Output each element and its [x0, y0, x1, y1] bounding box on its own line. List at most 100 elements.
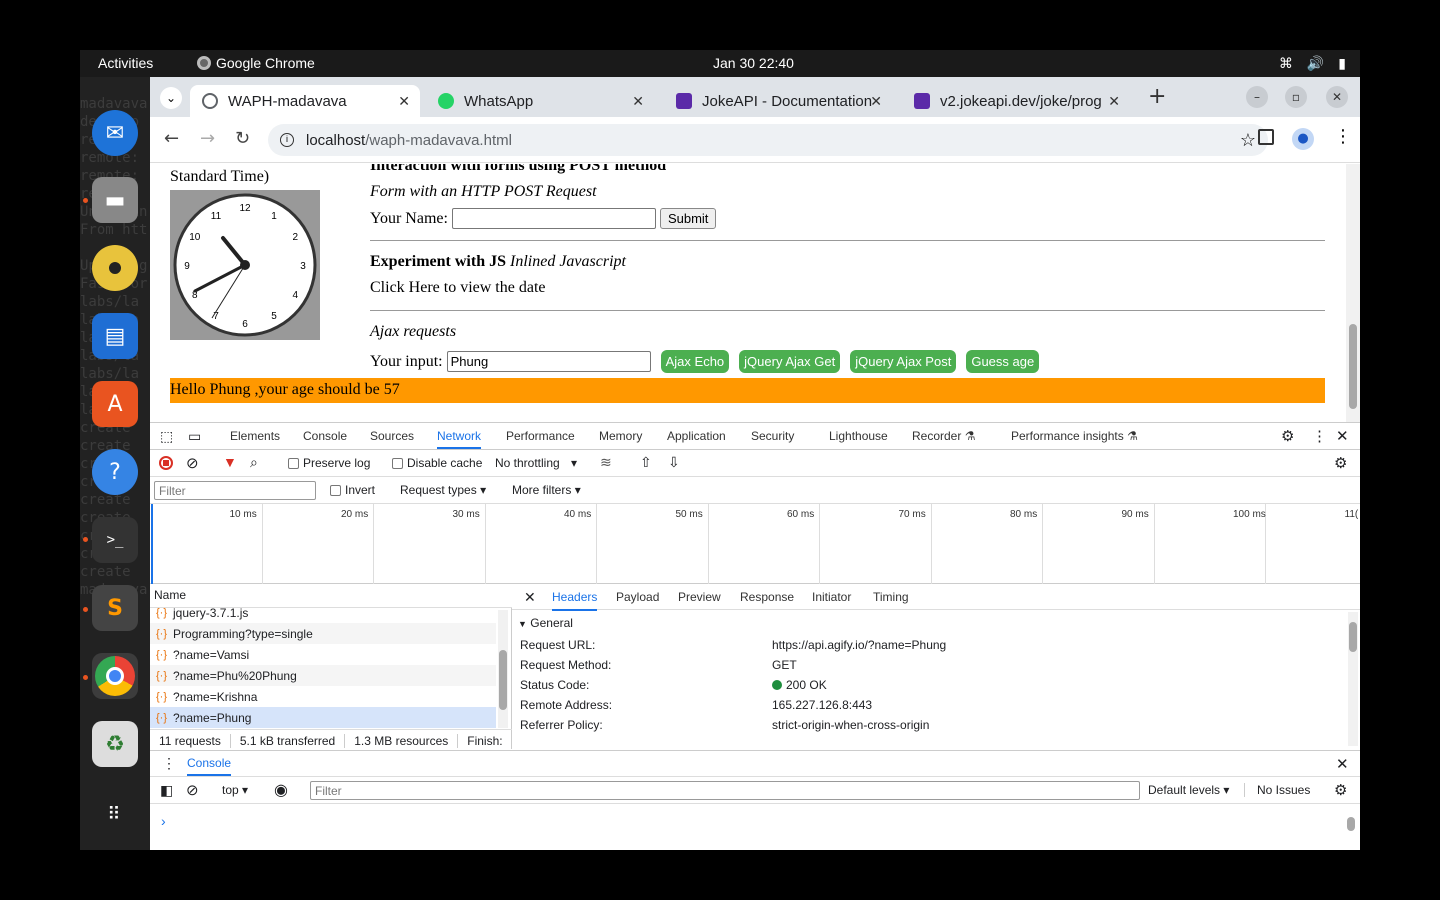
drawer-menu-icon[interactable]: ⋮ [162, 755, 176, 772]
details-scrollbar[interactable] [1348, 612, 1358, 746]
detail-tab-payload[interactable]: Payload [616, 590, 659, 604]
chrome-icon[interactable] [92, 653, 138, 699]
no-issues-label[interactable]: No Issues [1244, 783, 1310, 797]
libreoffice-writer-icon[interactable]: ▤ [92, 313, 138, 359]
close-details-icon[interactable]: ✕ [524, 589, 536, 606]
sublime-text-icon[interactable]: S [92, 585, 138, 631]
tab-waph[interactable]: WAPH-madavava ✕ [190, 85, 420, 117]
minimize-icon[interactable]: – [1246, 86, 1268, 108]
preserve-log-checkbox[interactable]: Preserve log [288, 456, 370, 470]
general-section-toggle[interactable]: ▼ General [518, 616, 573, 630]
trash-icon[interactable]: ♻ [92, 721, 138, 767]
devtools-tab-security[interactable]: Security [751, 429, 794, 443]
devtools-tab-recorder[interactable]: Recorder ⚗ [912, 429, 975, 443]
terminal-icon[interactable]: >_ [92, 517, 138, 563]
more-filters-dropdown[interactable]: More filters ▾ [512, 483, 581, 497]
network-conditions-icon[interactable]: ≋ [600, 454, 612, 471]
invert-checkbox[interactable]: Invert [330, 483, 375, 497]
show-apps-icon[interactable]: ⠿ [92, 791, 138, 837]
activities-button[interactable]: Activities [98, 55, 153, 71]
context-select[interactable]: top ▾ [222, 783, 248, 797]
profile-icon[interactable]: ● [1292, 128, 1314, 150]
address-bar[interactable]: i localhost/waph-madavava.html ☆ [268, 124, 1268, 156]
tab-jokeapi-raw[interactable]: v2.jokeapi.dev/joke/prog ✕ [902, 85, 1130, 117]
settings-icon[interactable]: ⚙ [1281, 427, 1294, 445]
tab-jokeapi-docs[interactable]: JokeAPI - Documentation ✕ [664, 85, 892, 117]
restore-icon[interactable]: ▫ [1285, 86, 1307, 108]
console-settings-icon[interactable]: ⚙ [1334, 781, 1347, 799]
site-info-icon[interactable]: i [280, 133, 294, 147]
detail-tab-preview[interactable]: Preview [678, 590, 721, 604]
devtools-tab-network[interactable]: Network [437, 429, 482, 449]
back-icon[interactable]: ← [164, 128, 179, 149]
jquery-ajax-post-button[interactable]: jQuery Ajax Post [850, 350, 957, 373]
ajax-input[interactable]: Phung [446, 351, 651, 372]
default-levels-dropdown[interactable]: Default levels ▾ [1148, 783, 1229, 797]
devtools-tab-performance-insights[interactable]: Performance insights ⚗ [1011, 429, 1138, 443]
console-filter-input[interactable]: Filter [310, 781, 1140, 800]
drawer-tab-console[interactable]: Console [187, 756, 232, 776]
side-panel-icon[interactable] [1258, 129, 1274, 145]
search-icon[interactable]: ⌕ [250, 454, 258, 471]
reload-icon[interactable]: ↻ [235, 128, 250, 149]
detail-tab-response[interactable]: Response [740, 590, 794, 604]
bookmark-star-icon[interactable]: ☆ [1240, 130, 1256, 151]
throttling-select[interactable]: No throttling ▾ [495, 456, 577, 470]
import-har-icon[interactable]: ⇧ [640, 454, 652, 471]
page-scrollbar[interactable] [1346, 164, 1360, 422]
inspect-element-icon[interactable]: ⬚ [160, 428, 173, 445]
submit-button[interactable]: Submit [659, 208, 717, 229]
name-input[interactable] [451, 208, 656, 229]
devtools-tab-elements[interactable]: Elements [230, 429, 280, 443]
devtools-tab-console[interactable]: Console [303, 429, 347, 443]
close-devtools-icon[interactable]: ✕ [1336, 427, 1349, 445]
thunderbird-icon[interactable]: ✉ [92, 110, 138, 156]
chrome-menu-icon[interactable]: ⋮ [1334, 126, 1352, 147]
close-window-icon[interactable]: ✕ [1326, 86, 1348, 108]
device-toolbar-icon[interactable]: ▭ [188, 428, 201, 445]
files-icon[interactable]: ▬ [92, 177, 138, 223]
detail-tab-initiator[interactable]: Initiator [812, 590, 851, 604]
clock[interactable]: Jan 30 22:40 [713, 55, 794, 71]
tab-whatsapp[interactable]: WhatsApp ✕ [426, 85, 654, 117]
close-tab-icon[interactable]: ✕ [870, 93, 882, 110]
request-row[interactable]: {·} Programming?type=single [150, 623, 496, 644]
detail-tab-headers[interactable]: Headers [552, 590, 598, 611]
clear-icon[interactable]: ⊘ [186, 454, 199, 472]
close-tab-icon[interactable]: ✕ [632, 93, 644, 110]
rhythmbox-icon[interactable] [92, 245, 138, 291]
record-icon[interactable] [159, 456, 173, 470]
console-prompt-icon[interactable]: › [161, 813, 166, 829]
more-options-icon[interactable]: ⋮ [1312, 427, 1327, 445]
devtools-tab-sources[interactable]: Sources [370, 429, 414, 443]
scroll-thumb[interactable] [1349, 622, 1357, 652]
timeline-cursor[interactable] [151, 504, 153, 584]
filter-input[interactable]: Filter [154, 481, 316, 500]
filter-icon[interactable]: ▼ [223, 454, 237, 470]
network-settings-icon[interactable]: ⚙ [1334, 454, 1347, 472]
request-row[interactable]: {·} ?name=Krishna [150, 686, 496, 707]
live-expression-eye-icon[interactable]: ◉ [274, 780, 288, 800]
forward-icon[interactable]: → [200, 128, 215, 149]
devtools-tab-performance[interactable]: Performance [506, 429, 575, 443]
guess-age-button[interactable]: Guess age [966, 350, 1040, 373]
request-row[interactable]: {·} ?name=Vamsi [150, 644, 496, 665]
clear-console-icon[interactable]: ⊘ [186, 781, 199, 799]
console-scrollbar[interactable] [1346, 807, 1356, 847]
new-tab-icon[interactable]: + [1148, 84, 1166, 109]
app-center-icon[interactable]: A [92, 381, 138, 427]
request-types-dropdown[interactable]: Request types ▾ [400, 483, 486, 497]
close-drawer-icon[interactable]: ✕ [1336, 755, 1349, 773]
devtools-tab-application[interactable]: Application [667, 429, 726, 443]
export-har-icon[interactable]: ⇩ [668, 454, 680, 471]
devtools-tab-lighthouse[interactable]: Lighthouse [829, 429, 888, 443]
network-overview-timeline[interactable]: 10 ms 20 ms 30 ms 40 ms 50 ms 60 ms 70 ms 80 ms… [150, 504, 1360, 584]
scroll-thumb[interactable] [1347, 817, 1355, 831]
scroll-thumb[interactable] [499, 650, 507, 710]
request-list-scrollbar[interactable] [498, 610, 508, 728]
devtools-tab-memory[interactable]: Memory [599, 429, 642, 443]
jquery-ajax-get-button[interactable]: jQuery Ajax Get [739, 350, 841, 373]
app-menu[interactable]: Google Chrome [197, 55, 315, 71]
system-tray[interactable]: ⌘ 🔊 ▮ [1279, 55, 1346, 72]
detail-tab-timing[interactable]: Timing [873, 590, 909, 604]
